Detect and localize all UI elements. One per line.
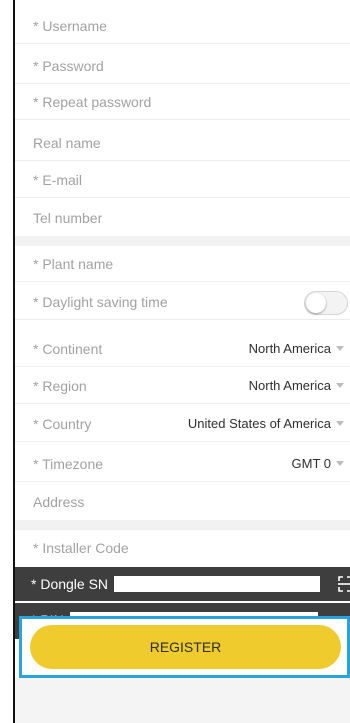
email-placeholder: * E-mail bbox=[33, 171, 83, 188]
plant-name-placeholder: * Plant name bbox=[33, 255, 114, 272]
toggle-knob bbox=[306, 293, 326, 313]
repeat-password-field[interactable]: * Repeat password bbox=[15, 84, 350, 120]
bottom-spacer bbox=[15, 678, 350, 723]
address-field[interactable]: Address bbox=[15, 484, 350, 520]
tel-number-field[interactable]: Tel number bbox=[15, 200, 350, 236]
daylight-saving-row: * Daylight saving time bbox=[15, 284, 350, 320]
register-form: * Username * Password * Repeat password … bbox=[13, 0, 350, 723]
country-label: * Country bbox=[33, 415, 92, 432]
register-highlight: REGISTER bbox=[19, 616, 350, 678]
region-label: * Region bbox=[33, 377, 87, 394]
register-button[interactable]: REGISTER bbox=[30, 625, 341, 669]
section-divider bbox=[15, 236, 350, 246]
installer-code-placeholder: * Installer Code bbox=[33, 540, 129, 556]
country-select[interactable]: * Country United States of America bbox=[15, 406, 350, 442]
tel-number-placeholder: Tel number bbox=[33, 210, 103, 226]
continent-select[interactable]: * Continent North America bbox=[15, 331, 350, 367]
address-placeholder: Address bbox=[33, 494, 85, 510]
caret-down-icon bbox=[336, 383, 344, 388]
caret-down-icon bbox=[336, 346, 344, 351]
username-placeholder: * Username bbox=[33, 17, 107, 34]
dongle-sn-label: * Dongle SN bbox=[31, 576, 109, 592]
dongle-sn-input[interactable] bbox=[114, 576, 321, 592]
plant-name-field[interactable]: * Plant name bbox=[15, 246, 350, 282]
dongle-sn-row: * Dongle SN bbox=[15, 567, 350, 601]
continent-value: North America bbox=[248, 341, 331, 356]
username-field[interactable]: * Username bbox=[15, 8, 350, 44]
continent-label: * Continent bbox=[33, 340, 103, 357]
caret-down-icon bbox=[336, 421, 344, 426]
repeat-password-placeholder: * Repeat password bbox=[33, 93, 152, 110]
real-name-placeholder: Real name bbox=[33, 134, 101, 151]
timezone-select[interactable]: * Timezone GMT 0 bbox=[15, 446, 350, 482]
daylight-saving-toggle[interactable] bbox=[304, 291, 348, 315]
section-divider bbox=[15, 520, 350, 530]
timezone-label: * Timezone bbox=[33, 455, 104, 472]
password-placeholder: * Password bbox=[33, 57, 104, 74]
region-select[interactable]: * Region North America bbox=[15, 368, 350, 404]
real-name-field[interactable]: Real name bbox=[15, 125, 350, 161]
region-value: North America bbox=[248, 378, 331, 393]
installer-code-field[interactable]: * Installer Code bbox=[15, 530, 350, 566]
email-field[interactable]: * E-mail bbox=[15, 162, 350, 198]
scan-icon[interactable] bbox=[338, 575, 350, 593]
caret-down-icon bbox=[336, 461, 344, 466]
daylight-saving-label: * Daylight saving time bbox=[33, 293, 168, 310]
timezone-value: GMT 0 bbox=[291, 456, 332, 471]
password-field[interactable]: * Password bbox=[15, 48, 350, 84]
country-value: United States of America bbox=[187, 416, 331, 431]
